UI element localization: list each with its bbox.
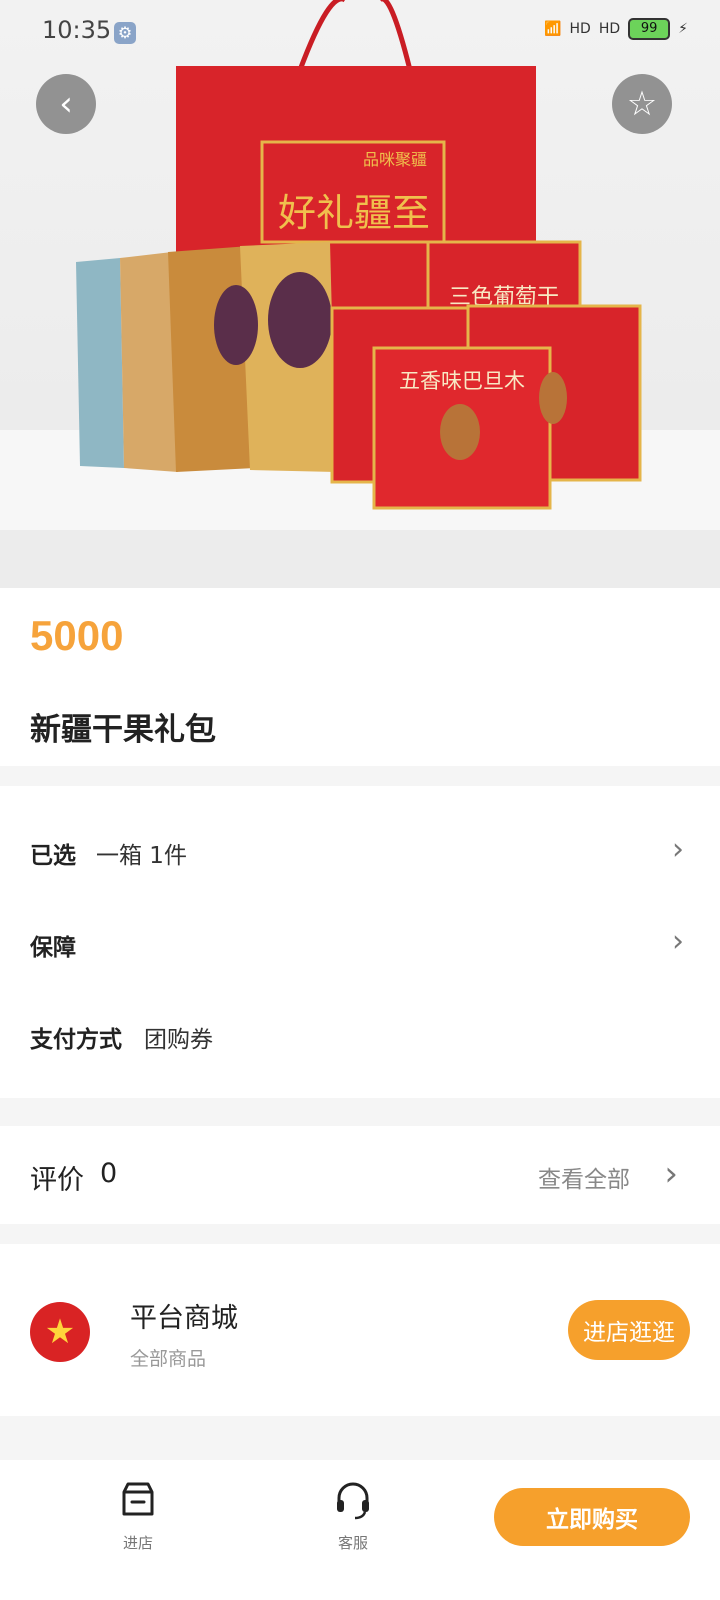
selected-spec-row[interactable]: 已选 一箱 1件 ›: [0, 820, 720, 880]
payment-value: 团购券: [144, 1027, 213, 1053]
back-icon: ‹: [59, 84, 73, 124]
shop-subtitle: 全部商品: [130, 1348, 207, 1370]
chevron-right-icon: ›: [672, 832, 684, 867]
product-price: 5000: [30, 612, 124, 659]
back-button[interactable]: ‹: [36, 74, 96, 134]
favorite-button[interactable]: ☆: [612, 74, 672, 134]
bottom-action-bar: 进店 客服 立即购买: [0, 1460, 720, 1600]
visit-shop-button[interactable]: 进店逛逛: [568, 1300, 690, 1360]
battery-icon: 99: [628, 18, 671, 40]
reviews-count: 0: [100, 1158, 118, 1189]
reviews-label: 评价: [30, 1165, 84, 1196]
charging-icon: ⚡: [678, 21, 688, 37]
settings-icon: ⚙: [114, 22, 136, 44]
shop-section: ★ 平台商城 全部商品 进店逛逛: [0, 1244, 720, 1416]
bag-brand: 品咪聚疆: [363, 150, 427, 169]
selected-value: 一箱 1件: [96, 843, 187, 869]
product-info: 5000 新疆干果礼包: [0, 588, 720, 766]
selected-label: 已选: [30, 843, 76, 869]
status-time: 10:35: [42, 16, 112, 44]
options-section: 已选 一箱 1件 › 保障 › 支付方式 团购券: [0, 786, 720, 1098]
status-icons: 📶 HD HD 99 ⚡: [544, 18, 688, 40]
star-logo-icon: ★: [44, 1312, 76, 1352]
signal-hd-2: HD: [598, 21, 621, 37]
payment-row: 支付方式 团购券: [0, 1004, 720, 1064]
product-photo: 好礼疆至 品咪聚疆 三色葡萄干 五香味巴旦木: [0, 0, 720, 600]
headset-icon: [337, 1482, 369, 1520]
product-image[interactable]: 好礼疆至 品咪聚疆 三色葡萄干 五香味巴旦木 10:35 ⚙ 📶 HD HD 9…: [0, 0, 720, 600]
store-icon: [122, 1482, 154, 1516]
guarantee-label: 保障: [30, 935, 76, 961]
status-bar: 10:35 ⚙ 📶 HD HD 99 ⚡: [0, 0, 720, 64]
service-tab-label: 客服: [337, 1534, 368, 1552]
service-tab[interactable]: 客服: [313, 1480, 393, 1553]
chevron-right-icon: ›: [664, 1154, 678, 1194]
store-tab-label: 进店: [122, 1534, 153, 1552]
bag-title: 好礼疆至: [278, 191, 430, 235]
product-title: 新疆干果礼包: [30, 712, 216, 748]
star-icon: ☆: [626, 84, 658, 124]
reviews-section[interactable]: 评价 0 查看全部 ›: [0, 1126, 720, 1224]
signal-hd-1: HD: [569, 21, 591, 37]
shop-name[interactable]: 平台商城: [130, 1296, 238, 1335]
buy-now-button[interactable]: 立即购买: [494, 1488, 690, 1546]
pack-almond-label: 五香味巴旦木: [399, 369, 525, 393]
store-tab[interactable]: 进店: [98, 1480, 178, 1553]
chevron-right-icon: ›: [672, 924, 684, 959]
guarantee-row[interactable]: 保障 ›: [0, 912, 720, 972]
wifi-icon: 📶: [544, 21, 562, 37]
shop-avatar[interactable]: ★: [30, 1302, 90, 1362]
see-all-link[interactable]: 查看全部: [538, 1160, 630, 1194]
payment-label: 支付方式: [30, 1027, 122, 1053]
